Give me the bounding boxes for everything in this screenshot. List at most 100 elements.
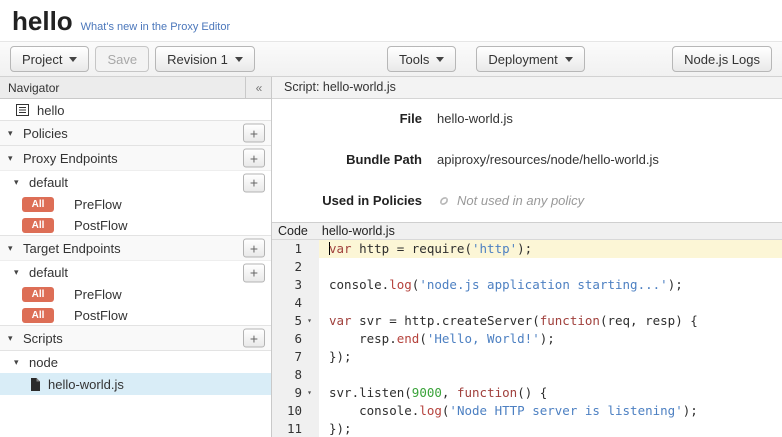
code-line[interactable]: }); bbox=[319, 420, 782, 437]
code-token: 'Node HTTP server is listening' bbox=[449, 403, 682, 418]
code-token: ); bbox=[517, 241, 532, 256]
tools-dropdown-button[interactable]: Tools bbox=[387, 46, 456, 72]
collapse-sidebar-button[interactable]: « bbox=[245, 77, 271, 99]
code-token: svr = http.createServer( bbox=[352, 313, 540, 328]
code-line[interactable]: }); bbox=[319, 348, 782, 366]
code-token: }); bbox=[329, 421, 352, 436]
sidebar-file-hello-world-js[interactable]: hello-world.js bbox=[0, 373, 271, 395]
sidebar-section-target-endpoints[interactable]: ▾ Target Endpoints + bbox=[0, 235, 271, 261]
endpoint-label: default bbox=[29, 265, 68, 280]
code-filename[interactable]: hello-world.js bbox=[322, 223, 395, 240]
gutter-line-number[interactable]: 4 bbox=[272, 294, 319, 312]
code-token: ); bbox=[668, 277, 683, 292]
code-token: resp. bbox=[329, 331, 397, 346]
section-label: Scripts bbox=[23, 331, 63, 346]
broken-link-icon bbox=[437, 194, 451, 208]
line-number: 11 bbox=[272, 420, 302, 437]
add-policy-button[interactable]: + bbox=[243, 124, 265, 143]
code-line[interactable]: var http = require('http'); bbox=[319, 240, 782, 258]
gutter-line-number[interactable]: 7 bbox=[272, 348, 319, 366]
collapse-arrow-icon[interactable]: ▾ bbox=[14, 177, 23, 188]
sidebar-item-hello[interactable]: hello bbox=[0, 99, 271, 121]
code-token: 'Hello, World!' bbox=[427, 331, 540, 346]
line-number: 8 bbox=[272, 366, 302, 384]
sidebar-proxy-endpoint-default[interactable]: ▾ default + bbox=[0, 170, 271, 194]
field-used-in-policies: Used in Policies Not used in any policy bbox=[272, 193, 782, 208]
add-proxy-endpoint-button[interactable]: + bbox=[243, 149, 265, 168]
gutter-line-number[interactable]: 9▾ bbox=[272, 384, 319, 402]
revision-dropdown-button[interactable]: Revision 1 bbox=[155, 46, 255, 72]
gutter-line-number[interactable]: 6 bbox=[272, 330, 319, 348]
sidebar-target-postflow[interactable]: All PostFlow bbox=[0, 305, 271, 326]
collapse-arrow-icon[interactable]: ▾ bbox=[8, 243, 17, 254]
gutter-line-number[interactable]: 3 bbox=[272, 276, 319, 294]
toolbar-right-group: Node.js Logs bbox=[672, 46, 772, 72]
sidebar-proxy-preflow[interactable]: All PreFlow bbox=[0, 194, 271, 215]
collapse-arrow-icon[interactable]: ▾ bbox=[14, 267, 23, 278]
line-number: 1 bbox=[272, 240, 302, 258]
code-token: var bbox=[329, 241, 352, 256]
nodejs-logs-button[interactable]: Node.js Logs bbox=[672, 46, 772, 72]
collapse-arrow-icon[interactable]: ▾ bbox=[8, 153, 17, 164]
code-editor[interactable]: 12345▾6789▾1011 var http = require('http… bbox=[272, 240, 782, 437]
gutter-line-number[interactable]: 2 bbox=[272, 258, 319, 276]
code-line[interactable]: svr.listen(9000, function() { bbox=[319, 384, 782, 402]
code-token: 'http' bbox=[472, 241, 517, 256]
endpoint-label: default bbox=[29, 175, 68, 190]
project-dropdown-button[interactable]: Project bbox=[10, 46, 89, 72]
line-number: 3 bbox=[272, 276, 302, 294]
whats-new-link[interactable]: What's new in the Proxy Editor bbox=[81, 21, 230, 33]
gutter-line-number[interactable]: 10 bbox=[272, 402, 319, 420]
code-line[interactable] bbox=[319, 294, 782, 312]
code-line[interactable]: console.log('Node HTTP server is listeni… bbox=[319, 402, 782, 420]
collapse-arrow-icon[interactable]: ▾ bbox=[14, 357, 23, 368]
collapse-arrow-icon[interactable]: ▾ bbox=[8, 333, 17, 344]
code-lines[interactable]: var http = require('http');console.log('… bbox=[319, 240, 782, 437]
code-token: ); bbox=[683, 403, 698, 418]
code-line[interactable]: console.log('node.js application startin… bbox=[319, 276, 782, 294]
all-badge: All bbox=[22, 308, 54, 323]
navigator-sidebar: Navigator « hello ▾ Policies + ▾ Proxy E… bbox=[0, 77, 272, 437]
code-line[interactable] bbox=[319, 258, 782, 276]
section-label: Target Endpoints bbox=[23, 241, 121, 256]
tab-code[interactable]: Code bbox=[272, 223, 314, 240]
add-flow-button[interactable]: + bbox=[243, 173, 265, 192]
code-token: http = require( bbox=[352, 241, 472, 256]
sidebar-scripts-node-group[interactable]: ▾ node bbox=[0, 351, 271, 373]
line-number: 10 bbox=[272, 402, 302, 420]
line-number: 7 bbox=[272, 348, 302, 366]
script-details: File hello-world.js Bundle Path apiproxy… bbox=[272, 99, 782, 222]
gutter-line-number[interactable]: 11 bbox=[272, 420, 319, 437]
used-in-policies-text: Not used in any policy bbox=[457, 193, 584, 208]
fold-toggle-icon[interactable]: ▾ bbox=[302, 384, 317, 402]
gutter-line-number[interactable]: 1 bbox=[272, 240, 319, 258]
code-token: function bbox=[540, 313, 600, 328]
sidebar-section-scripts[interactable]: ▾ Scripts + bbox=[0, 325, 271, 351]
sidebar-section-policies[interactable]: ▾ Policies + bbox=[0, 120, 271, 146]
gutter-line-number[interactable]: 8 bbox=[272, 366, 319, 384]
code-line[interactable] bbox=[319, 366, 782, 384]
field-value: Not used in any policy bbox=[437, 193, 584, 208]
code-line[interactable]: var svr = http.createServer(function(req… bbox=[319, 312, 782, 330]
code-token: }); bbox=[329, 349, 352, 364]
toolbar-middle-group: Tools Deployment bbox=[387, 46, 585, 72]
code-token: ( bbox=[419, 331, 427, 346]
sidebar-proxy-postflow[interactable]: All PostFlow bbox=[0, 215, 271, 236]
add-flow-button[interactable]: + bbox=[243, 263, 265, 282]
save-button[interactable]: Save bbox=[95, 46, 149, 72]
flow-label: PreFlow bbox=[74, 197, 122, 212]
code-token: var bbox=[329, 313, 352, 328]
gutter-line-number[interactable]: 5▾ bbox=[272, 312, 319, 330]
sidebar-target-preflow[interactable]: All PreFlow bbox=[0, 284, 271, 305]
code-line[interactable]: resp.end('Hello, World!'); bbox=[319, 330, 782, 348]
project-dropdown-label: Project bbox=[22, 52, 62, 67]
code-token: svr.listen( bbox=[329, 385, 412, 400]
collapse-arrow-icon[interactable]: ▾ bbox=[8, 128, 17, 139]
deployment-dropdown-button[interactable]: Deployment bbox=[476, 46, 584, 72]
add-script-button[interactable]: + bbox=[243, 329, 265, 348]
fold-toggle-icon[interactable]: ▾ bbox=[302, 312, 317, 330]
content: Navigator « hello ▾ Policies + ▾ Proxy E… bbox=[0, 77, 782, 437]
sidebar-section-proxy-endpoints[interactable]: ▾ Proxy Endpoints + bbox=[0, 145, 271, 171]
sidebar-target-endpoint-default[interactable]: ▾ default + bbox=[0, 260, 271, 284]
add-target-endpoint-button[interactable]: + bbox=[243, 239, 265, 258]
